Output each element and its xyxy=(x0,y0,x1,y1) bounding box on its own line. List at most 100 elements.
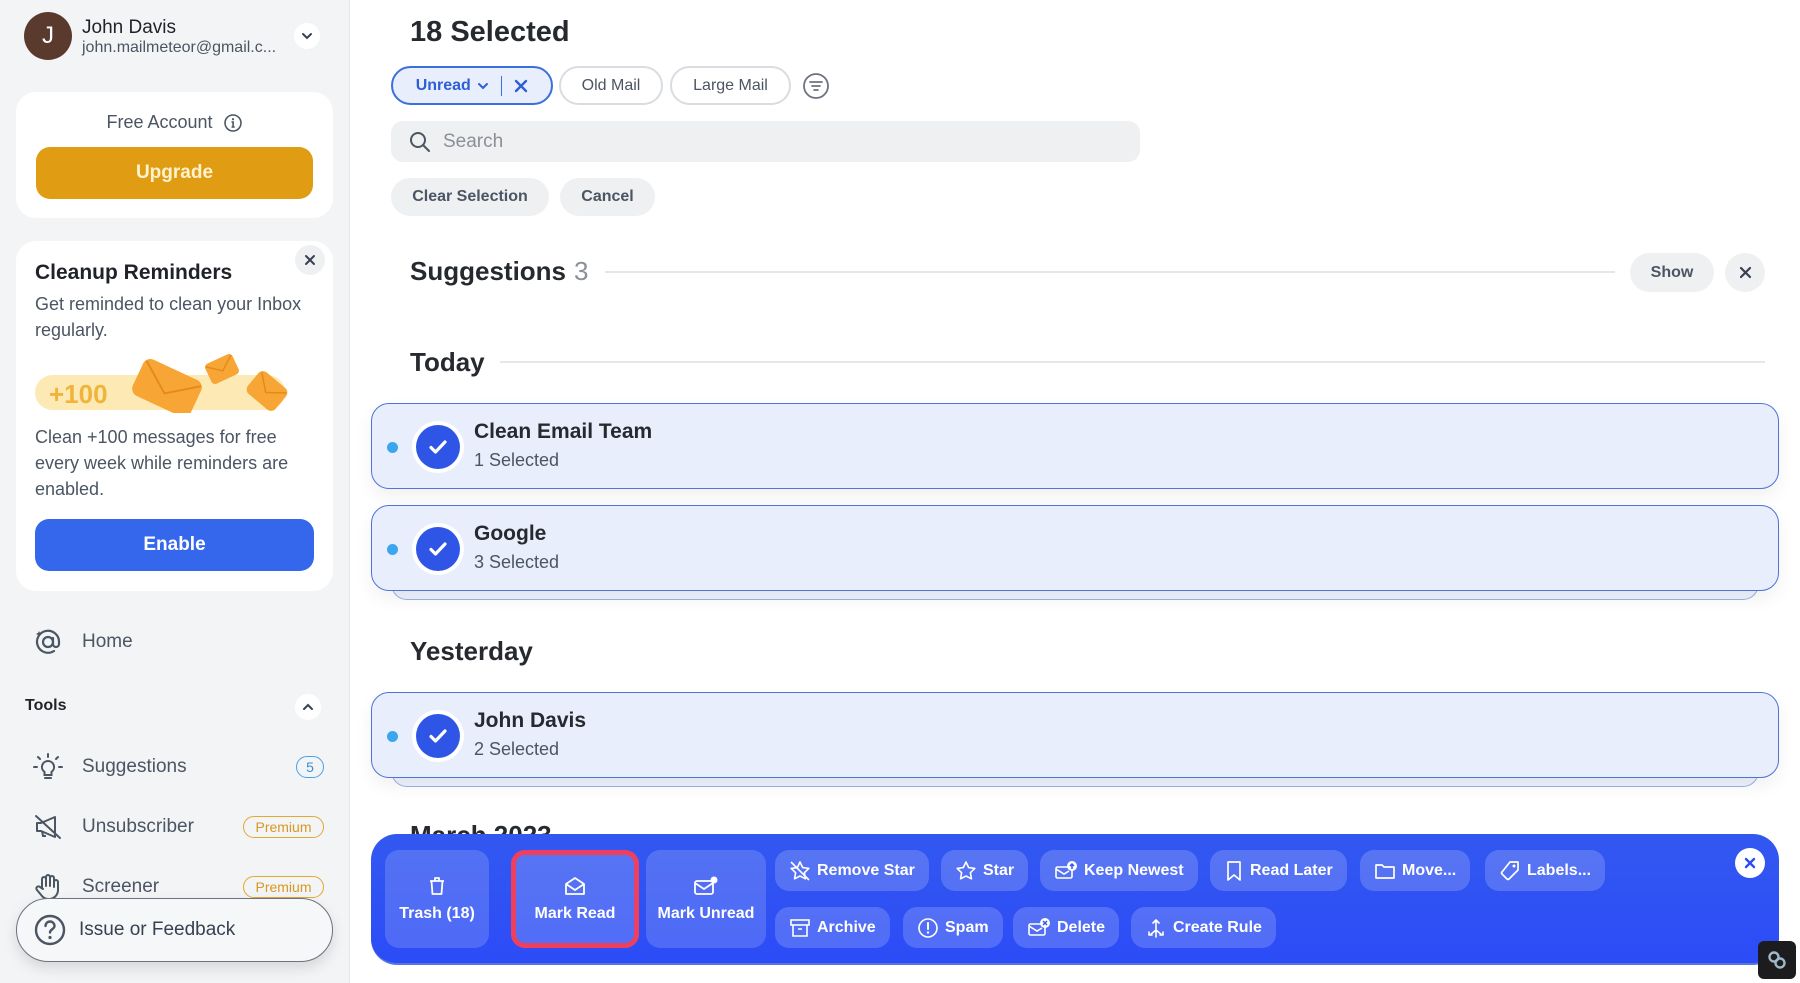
button-label: Mark Unread xyxy=(657,905,755,922)
cleanup-close-button[interactable] xyxy=(295,245,325,275)
sidebar-item-unsubscriber[interactable]: Unsubscriber xyxy=(32,811,194,843)
avatar[interactable]: J xyxy=(24,12,72,60)
archive-icon xyxy=(790,918,810,937)
bulk-action-bar: Trash (18) Mark Read Mark Unread Remove … xyxy=(371,834,1779,965)
delete-button[interactable]: Delete xyxy=(1013,907,1120,948)
link-icon xyxy=(1768,951,1786,969)
show-suggestions-button[interactable]: Show xyxy=(1630,253,1714,292)
free-account-card: Free Account Upgrade xyxy=(16,92,333,218)
archive-button[interactable]: Archive xyxy=(775,907,890,948)
enable-reminders-button[interactable]: Enable xyxy=(35,519,314,571)
divider xyxy=(500,361,1765,363)
filter-chip-old-mail[interactable]: Old Mail xyxy=(559,66,663,105)
checkmark-icon xyxy=(429,542,447,556)
sender-name: Google xyxy=(474,522,547,545)
suggestions-heading: Suggestions 3 xyxy=(410,256,588,287)
filter-chip-unread[interactable]: Unread xyxy=(391,66,553,105)
create-rule-button[interactable]: Create Rule xyxy=(1131,907,1276,948)
keep-newest-button[interactable]: Keep Newest xyxy=(1040,850,1198,891)
cleanup-reminders-card: Cleanup Reminders Get reminded to clean … xyxy=(16,241,333,591)
button-label: Remove Star xyxy=(817,861,915,879)
info-icon[interactable] xyxy=(223,113,243,133)
suggestions-count-badge: 5 xyxy=(296,756,324,778)
button-label: Create Rule xyxy=(1173,918,1262,936)
account-menu-button[interactable] xyxy=(294,23,320,49)
tools-collapse-button[interactable] xyxy=(295,694,321,720)
sender-name: Clean Email Team xyxy=(474,420,653,443)
clear-selection-button[interactable]: Clear Selection xyxy=(391,178,549,216)
selected-count: 2 Selected xyxy=(474,739,560,759)
selected-count: 1 Selected xyxy=(474,450,560,470)
button-label: Trash (18) xyxy=(399,905,475,922)
trash-button[interactable]: Trash (18) xyxy=(385,850,489,948)
search-input[interactable] xyxy=(443,130,1093,153)
select-checkbox[interactable] xyxy=(412,710,464,762)
split-arrows-icon xyxy=(1148,918,1164,938)
search-field[interactable] xyxy=(391,121,1140,162)
free-account-label: Free Account xyxy=(106,112,213,132)
envelopes-icon xyxy=(132,354,288,413)
sender-row[interactable]: Google 3 Selected xyxy=(371,505,1779,591)
link-widget-button[interactable] xyxy=(1758,941,1796,979)
button-label: Star xyxy=(983,861,1015,879)
sidebar-item-home[interactable]: Home xyxy=(32,626,133,658)
read-later-button[interactable]: Read Later xyxy=(1210,850,1347,891)
megaphone-off-icon xyxy=(32,811,64,843)
mail-x-icon xyxy=(1028,917,1050,936)
remove-star-button[interactable]: Remove Star xyxy=(775,850,929,891)
account-email: john.mailmeteor@gmail.c... xyxy=(82,39,277,56)
unread-dot xyxy=(387,442,398,453)
upgrade-button[interactable]: Upgrade xyxy=(36,147,313,199)
button-label: Delete xyxy=(1057,918,1106,936)
folder-icon xyxy=(1375,863,1395,879)
spam-button[interactable]: Spam xyxy=(903,907,1003,948)
group-heading-today: Today xyxy=(410,347,485,377)
mark-read-button[interactable]: Mark Read xyxy=(511,850,639,948)
dismiss-suggestions-button[interactable] xyxy=(1725,253,1765,292)
sidebar: J John Davis john.mailmeteor@gmail.c... … xyxy=(0,0,350,983)
sidebar-item-suggestions[interactable]: Suggestions xyxy=(32,751,187,783)
sidebar-item-label: Unsubscriber xyxy=(82,816,194,837)
sender-row[interactable]: Clean Email Team 1 Selected xyxy=(371,403,1779,489)
mail-upload-icon xyxy=(1055,860,1077,879)
chip-divider xyxy=(500,75,503,96)
select-checkbox[interactable] xyxy=(412,523,464,575)
chevron-up-icon xyxy=(303,703,313,710)
button-label: Archive xyxy=(817,918,876,936)
close-action-bar-button[interactable] xyxy=(1735,848,1765,878)
labels-button[interactable]: Labels... xyxy=(1485,850,1606,891)
page-title: 18 Selected xyxy=(410,16,570,48)
alert-octagon-icon xyxy=(918,917,938,938)
envelope-dot-icon xyxy=(694,876,718,895)
avatar-initial: J xyxy=(42,22,54,49)
at-sign-icon xyxy=(32,626,64,658)
cancel-button[interactable]: Cancel xyxy=(560,178,655,216)
close-icon xyxy=(1744,857,1756,869)
star-button[interactable]: Star xyxy=(941,850,1029,891)
bookmark-icon xyxy=(1227,860,1241,881)
cleanup-description: Clean +100 messages for free every week … xyxy=(35,427,289,499)
chevron-down-icon[interactable] xyxy=(477,80,489,92)
trash-icon xyxy=(430,877,444,895)
suggestions-title: Suggestions xyxy=(410,256,567,286)
checkmark-icon xyxy=(429,729,447,743)
button-label: Keep Newest xyxy=(1084,861,1184,879)
filter-options-button[interactable] xyxy=(802,72,830,100)
unread-dot xyxy=(387,731,398,742)
button-label: Mark Read xyxy=(534,905,616,922)
sender-row[interactable]: John Davis 2 Selected xyxy=(371,692,1779,778)
checkmark-icon xyxy=(429,440,447,454)
button-label: Spam xyxy=(945,918,989,936)
premium-badge: Premium xyxy=(243,876,324,898)
select-checkbox[interactable] xyxy=(412,421,464,473)
sidebar-item-label: Home xyxy=(82,631,133,652)
mark-unread-button[interactable]: Mark Unread xyxy=(646,850,766,948)
cleanup-title: Cleanup Reminders xyxy=(35,261,233,284)
issue-feedback-button[interactable]: Issue or Feedback xyxy=(16,898,333,962)
close-icon xyxy=(1739,266,1751,279)
clear-filter-icon[interactable] xyxy=(514,79,528,93)
cleanup-subtitle: Get reminded to clean your Inbox regular… xyxy=(35,294,302,340)
move-button[interactable]: Move... xyxy=(1360,850,1471,891)
premium-badge: Premium xyxy=(243,816,324,838)
filter-chip-large-mail[interactable]: Large Mail xyxy=(670,66,791,105)
